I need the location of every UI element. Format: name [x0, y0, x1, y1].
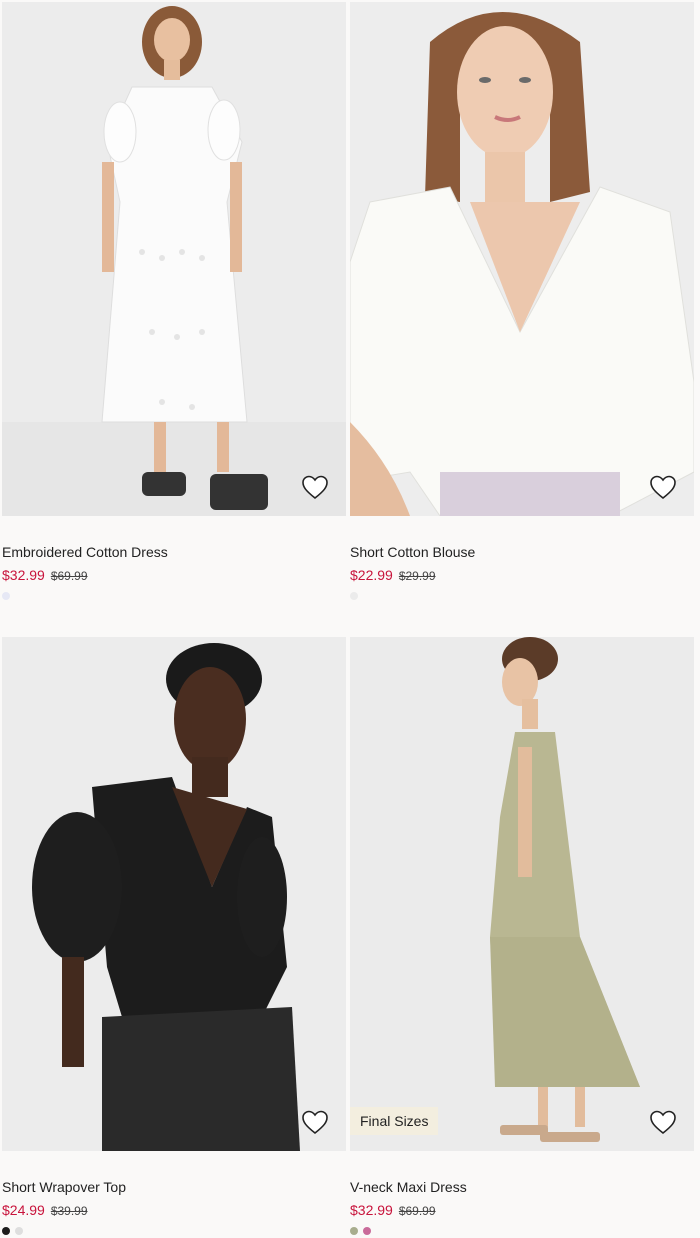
product-photo-black-wrap-top	[2, 637, 346, 1151]
product-photo-green-maxi-dress	[350, 637, 694, 1151]
product-title[interactable]: Embroidered Cotton Dress	[2, 544, 346, 560]
price-row: $32.99 $69.99	[350, 1202, 694, 1218]
color-swatch[interactable]	[363, 1227, 371, 1235]
product-image[interactable]	[2, 637, 346, 1151]
favorite-button[interactable]	[300, 1107, 330, 1137]
original-price: $29.99	[398, 569, 436, 583]
heart-outline-icon	[650, 475, 676, 500]
product-card[interactable]: Short Wrapover Top $24.99 $39.99	[2, 637, 346, 1235]
favorite-button[interactable]	[648, 472, 678, 502]
product-grid: Embroidered Cotton Dress $32.99 $69.99 S…	[0, 0, 700, 1238]
original-price: $39.99	[50, 1204, 88, 1218]
product-title[interactable]: V-neck Maxi Dress	[350, 1179, 694, 1195]
favorite-button[interactable]	[648, 1107, 678, 1137]
heart-outline-icon	[302, 475, 328, 500]
price-row: $22.99 $29.99	[350, 567, 694, 583]
color-swatches	[2, 592, 346, 600]
product-card[interactable]: Final Sizes V-neck Maxi Dress $32.99 $69.…	[350, 637, 694, 1235]
final-sizes-badge: Final Sizes	[350, 1107, 439, 1135]
product-image[interactable]	[2, 2, 346, 516]
color-swatch[interactable]	[350, 1227, 358, 1235]
product-image[interactable]	[350, 2, 694, 516]
sale-price: $32.99	[2, 567, 45, 583]
original-price: $69.99	[398, 1204, 436, 1218]
heart-outline-icon	[650, 1110, 676, 1135]
color-swatch[interactable]	[15, 1227, 23, 1235]
product-card[interactable]: Short Cotton Blouse $22.99 $29.99	[350, 2, 694, 600]
sale-price: $22.99	[350, 567, 393, 583]
price-row: $32.99 $69.99	[2, 567, 346, 583]
product-photo-white-blouse	[350, 2, 694, 516]
product-card[interactable]: Embroidered Cotton Dress $32.99 $69.99	[2, 2, 346, 600]
product-photo-white-dress	[2, 2, 346, 516]
product-image[interactable]: Final Sizes	[350, 637, 694, 1151]
price-row: $24.99 $39.99	[2, 1202, 346, 1218]
color-swatch[interactable]	[2, 1227, 10, 1235]
product-title[interactable]: Short Wrapover Top	[2, 1179, 346, 1195]
product-title[interactable]: Short Cotton Blouse	[350, 544, 694, 560]
favorite-button[interactable]	[300, 472, 330, 502]
color-swatches	[2, 1227, 346, 1235]
heart-outline-icon	[302, 1110, 328, 1135]
color-swatch[interactable]	[350, 592, 358, 600]
sale-price: $24.99	[2, 1202, 45, 1218]
color-swatch[interactable]	[2, 592, 10, 600]
sale-price: $32.99	[350, 1202, 393, 1218]
color-swatches	[350, 1227, 694, 1235]
color-swatches	[350, 592, 694, 600]
original-price: $69.99	[50, 569, 88, 583]
